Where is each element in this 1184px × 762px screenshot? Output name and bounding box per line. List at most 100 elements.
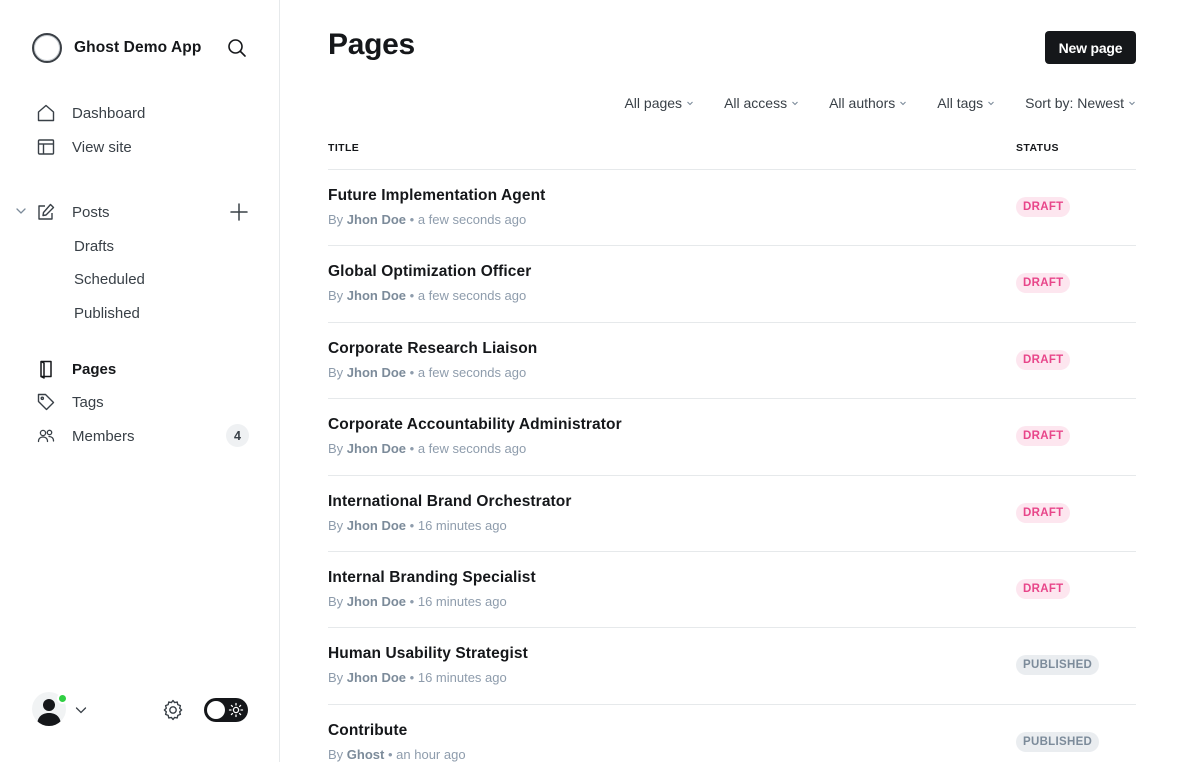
author-name: Jhon Doe [346, 670, 407, 686]
author-name: Ghost [346, 746, 385, 762]
brand[interactable]: Ghost Demo App [32, 32, 201, 64]
filter-tags-dropdown[interactable]: All tags [937, 95, 995, 111]
main-content: Pages New page All pages All access All … [280, 0, 1184, 762]
page-title-cell: Global Optimization Officer [328, 263, 532, 281]
meta-by: By [328, 288, 344, 304]
page-icon [36, 359, 56, 379]
sidebar-subitem-published[interactable]: Published [74, 302, 140, 324]
sort-dropdown[interactable]: Sort by: Newest [1025, 95, 1136, 111]
status-badge: DRAFT [1016, 197, 1071, 217]
status-badge: DRAFT [1016, 502, 1071, 523]
page-title: Pages [328, 28, 415, 61]
filter-label: All pages [624, 95, 683, 111]
sidebar-item-label: View site [72, 138, 132, 156]
chevron-down-icon [687, 101, 693, 106]
author-name: Jhon Doe [346, 517, 407, 533]
sidebar-item-label: Tags [72, 393, 104, 411]
sidebar-item-label: Posts [72, 203, 110, 221]
timestamp: a few seconds ago [417, 364, 527, 380]
meta-separator: • [409, 288, 415, 304]
meta-separator: • [409, 670, 415, 686]
page-meta: By Jhon Doe • a few seconds ago [328, 288, 526, 303]
members-count-badge: 4 [226, 424, 249, 447]
page-meta: By Jhon Doe • 16 minutes ago [328, 518, 507, 533]
filter-label: All authors [829, 95, 896, 111]
table-row[interactable]: Global Optimization Officer By Jhon Doe … [328, 246, 1136, 323]
table-header: TITLE STATUS [328, 142, 1136, 170]
tag-icon [36, 392, 56, 412]
gear-icon[interactable] [161, 698, 185, 722]
brand-logo-icon [32, 33, 62, 63]
new-page-button[interactable]: New page [1045, 31, 1136, 64]
chevron-down-icon [1129, 101, 1135, 106]
table-row[interactable]: Internal Branding Specialist By Jhon Doe… [328, 552, 1136, 629]
chevron-down-icon[interactable] [14, 204, 28, 218]
timestamp: a few seconds ago [417, 288, 527, 304]
page-meta: By Jhon Doe • a few seconds ago [328, 441, 526, 456]
sidebar-item-view-site[interactable]: View site [36, 134, 132, 160]
pages-list: Future Implementation Agent By Jhon Doe … [328, 170, 1136, 762]
status-badge: PUBLISHED [1016, 731, 1100, 752]
column-header-status: STATUS [1016, 142, 1059, 154]
search-icon[interactable] [225, 36, 249, 60]
page-title-cell: Corporate Research Liaison [328, 339, 538, 357]
timestamp: a few seconds ago [417, 212, 527, 227]
sidebar-item-dashboard[interactable]: Dashboard [36, 100, 145, 126]
filter-access-dropdown[interactable]: All access [724, 95, 799, 111]
chevron-down-icon[interactable] [74, 703, 88, 717]
layout-icon [36, 137, 56, 157]
add-post-icon[interactable] [228, 201, 250, 223]
page-meta: By Jhon Doe • a few seconds ago [328, 365, 526, 380]
page-title-cell: Future Implementation Agent [328, 187, 546, 204]
table-row[interactable]: Contribute By Ghost • an hour ago PUBLIS… [328, 705, 1136, 762]
table-row[interactable]: Future Implementation Agent By Jhon Doe … [328, 170, 1136, 247]
meta-by: By [328, 517, 344, 533]
filter-pages-dropdown[interactable]: All pages [624, 95, 694, 111]
filter-label: All tags [937, 95, 984, 111]
brand-title: Ghost Demo App [74, 39, 202, 56]
page-meta: By Ghost • an hour ago [328, 747, 466, 762]
filter-bar: All pages All access All authors All tag… [594, 95, 1136, 111]
status-badge: DRAFT [1016, 349, 1071, 370]
sidebar-item-members[interactable]: Members [36, 423, 135, 449]
page-meta: By Jhon Doe • a few seconds ago [328, 212, 526, 227]
meta-by: By [328, 441, 344, 457]
filter-authors-dropdown[interactable]: All authors [829, 95, 907, 111]
author-name: Jhon Doe [346, 288, 407, 304]
table-row[interactable]: Corporate Accountability Administrator B… [328, 399, 1136, 476]
meta-by: By [328, 364, 344, 380]
author-name: Jhon Doe [346, 212, 407, 227]
meta-separator: • [409, 593, 415, 609]
sidebar-item-posts[interactable]: Posts [36, 199, 110, 225]
status-badge: DRAFT [1016, 426, 1071, 447]
members-icon [36, 426, 56, 446]
status-badge: DRAFT [1016, 578, 1071, 599]
meta-separator: • [409, 212, 415, 227]
sidebar-item-label: Pages [72, 360, 117, 378]
meta-by: By [328, 746, 344, 762]
timestamp: 16 minutes ago [417, 517, 507, 533]
page-title-cell: Contribute [328, 721, 408, 739]
user-avatar[interactable] [32, 692, 68, 728]
column-header-title: TITLE [328, 142, 360, 154]
table-row[interactable]: International Brand Orchestrator By Jhon… [328, 476, 1136, 552]
author-name: Jhon Doe [346, 593, 407, 609]
page-title-cell: Internal Branding Specialist [328, 568, 536, 586]
meta-by: By [328, 212, 344, 227]
table-row[interactable]: Corporate Research Liaison By Jhon Doe •… [328, 323, 1136, 400]
timestamp: an hour ago [396, 746, 466, 762]
meta-separator: • [387, 746, 393, 762]
sun-icon [228, 702, 244, 718]
table-row[interactable]: Human Usability Strategist By Jhon Doe •… [328, 628, 1136, 705]
timestamp: a few seconds ago [417, 441, 527, 457]
page-meta: By Jhon Doe • 16 minutes ago [328, 670, 507, 685]
sidebar-subitem-scheduled[interactable]: Scheduled [74, 268, 145, 290]
chevron-down-icon [900, 101, 907, 106]
author-name: Jhon Doe [346, 364, 407, 380]
sidebar-item-tags[interactable]: Tags [36, 389, 104, 415]
meta-separator: • [409, 517, 415, 533]
sidebar-subitem-drafts[interactable]: Drafts [74, 235, 114, 257]
theme-toggle[interactable] [204, 698, 248, 722]
meta-separator: • [409, 441, 415, 457]
sidebar-item-pages[interactable]: Pages [36, 356, 116, 382]
